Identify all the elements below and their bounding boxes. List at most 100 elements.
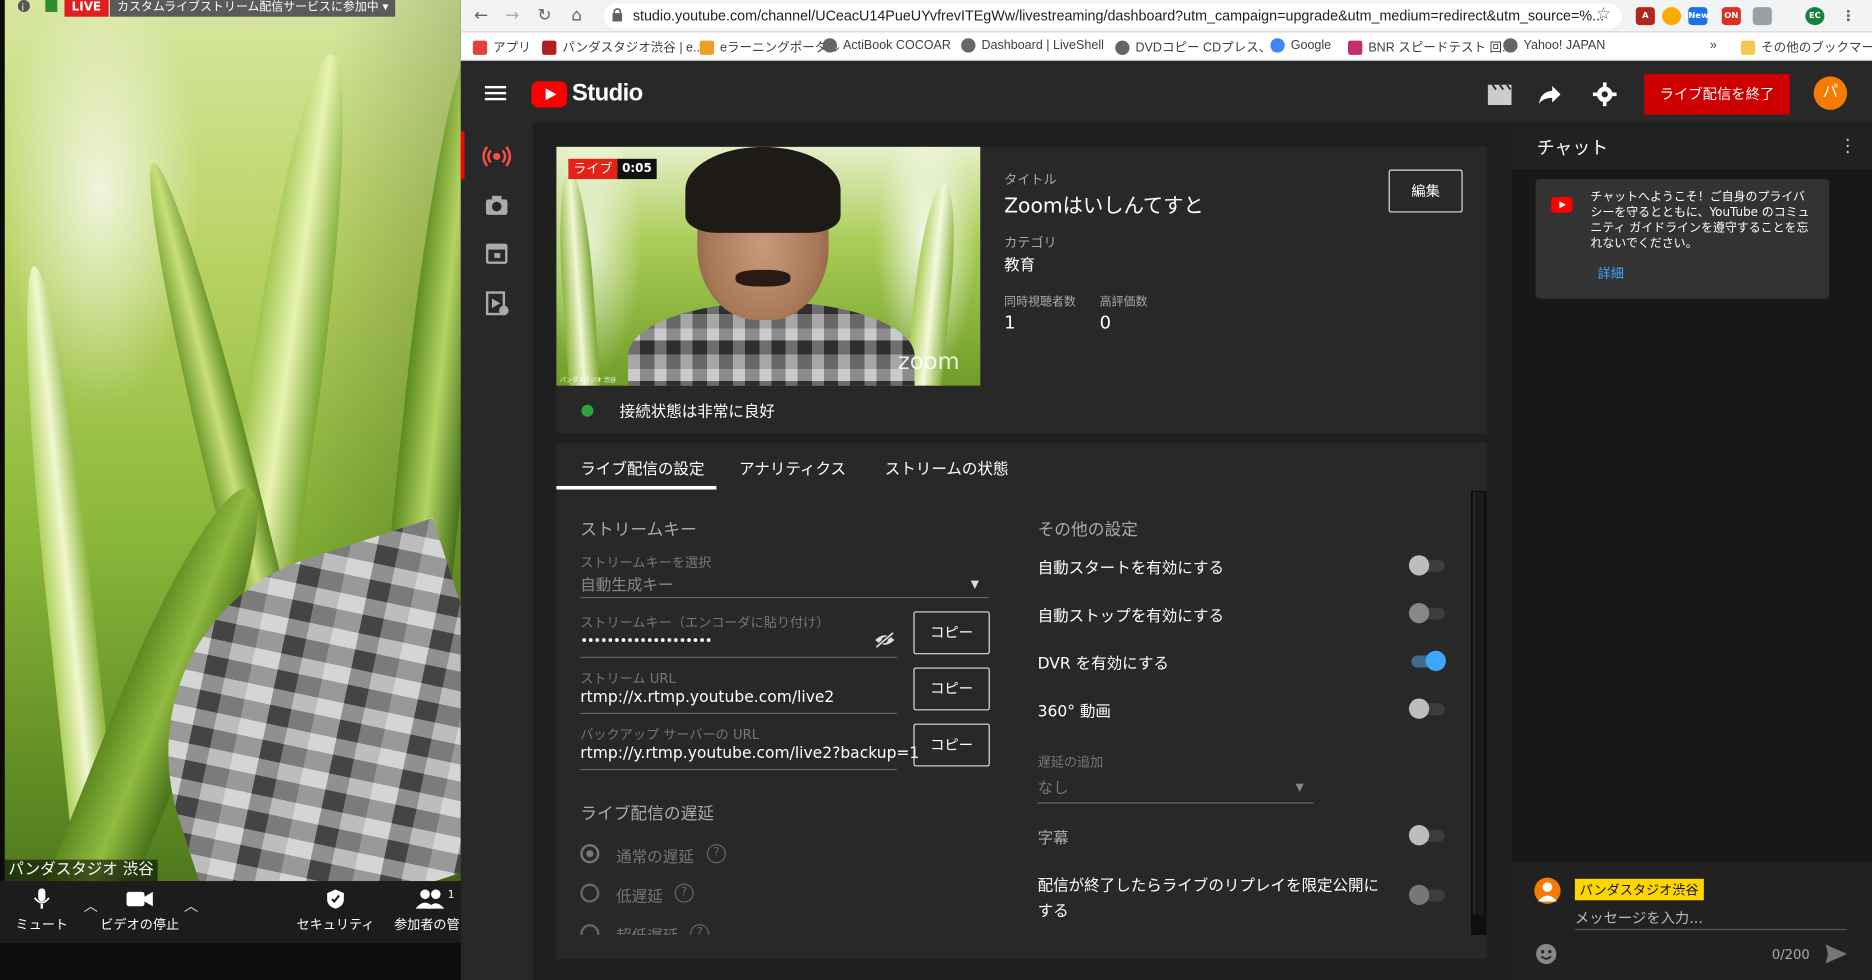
dropdown-arrow-icon[interactable]: ▼ [971, 579, 979, 591]
favicon-icon [542, 39, 557, 55]
zoom-bottom-strip [0, 943, 461, 980]
audio-options-chevron-icon[interactable]: ︿ [84, 896, 98, 916]
color-extension-icon[interactable] [1662, 7, 1682, 26]
edit-button[interactable]: 編集 [1388, 169, 1463, 213]
svg-text:i: i [21, 3, 24, 14]
profile-avatar[interactable]: EC [1805, 7, 1825, 26]
video-options-chevron-icon[interactable]: ︿ [184, 896, 198, 916]
eye-off-icon[interactable] [874, 630, 895, 653]
bookmark-item[interactable]: パンダスタジオ渋谷 | e... [542, 38, 703, 56]
forward-arrow-icon[interactable]: → [501, 5, 522, 26]
participants-label: 参加者の管 [394, 916, 460, 933]
bookmark-item[interactable]: BNR スピードテスト 回... [1348, 38, 1513, 56]
menu-kebab-icon[interactable]: ⋮ [1839, 7, 1858, 25]
replay-toggle[interactable] [1408, 882, 1447, 908]
360-video-toggle[interactable] [1408, 696, 1447, 722]
chat-message-input[interactable]: メッセージを入力... [1575, 907, 1703, 927]
manage-videos-icon[interactable] [480, 287, 513, 320]
bookmark-item[interactable]: ActiBook COCOAR [822, 38, 951, 53]
hamburger-menu-icon[interactable] [484, 84, 507, 107]
globe-icon [961, 38, 976, 53]
bookmark-item[interactable]: Yahoo! JAPAN [1503, 38, 1605, 53]
clapperboard-icon[interactable] [1487, 84, 1512, 110]
auto-stop-toggle[interactable] [1408, 601, 1447, 627]
mute-label: ミュート [15, 916, 69, 933]
chat-more-icon[interactable]: ⋮ [1839, 135, 1857, 156]
bookmark-apps[interactable]: アプリ [472, 38, 531, 56]
on-extension-icon[interactable]: ON [1721, 7, 1741, 26]
bookmark-label: Google [1290, 38, 1332, 53]
camera-icon[interactable] [480, 189, 513, 222]
stream-title: Zoomはいしんてすと [1004, 194, 1204, 219]
cast-extension-icon[interactable] [1752, 7, 1772, 26]
security-button[interactable]: セキュリティ [294, 886, 378, 934]
bookmarks-overflow-button[interactable]: » [1710, 38, 1717, 52]
emoji-icon[interactable] [1535, 943, 1557, 969]
captions-toggle[interactable] [1408, 823, 1447, 849]
chat-details-link[interactable]: 詳細 [1598, 264, 1624, 283]
zoom-watermark: zoom [897, 348, 960, 375]
chat-welcome-line: チャットへようこそ！ご自身のプライバ [1590, 191, 1805, 205]
backup-url-field[interactable]: rtmp://y.rtmp.youtube.com/live2?backup=1 [580, 745, 919, 763]
tab-analytics[interactable]: アナリティクス [739, 456, 846, 479]
viewers-label: 同時視聴者数 [1004, 296, 1076, 310]
reload-icon[interactable]: ↻ [534, 5, 555, 26]
live-badge: ライブ [568, 158, 618, 180]
bookmark-item[interactable]: DVDコピー CDプレス、... [1115, 38, 1282, 56]
pdf-extension-icon[interactable]: A [1635, 7, 1655, 26]
favicon-icon [699, 39, 715, 55]
bookmark-item[interactable]: Dashboard | LiveShell [961, 38, 1104, 53]
back-arrow-icon[interactable]: ← [470, 5, 491, 26]
address-bar[interactable]: studio.youtube.com/channel/UCeacU14PueUY… [604, 3, 1622, 29]
bookmark-label: DVDコピー CDプレス、... [1135, 40, 1282, 55]
other-bookmarks[interactable]: その他のブックマーク [1740, 38, 1872, 56]
radio-normal-latency[interactable] [580, 844, 600, 864]
zoom-window: i LIVE カスタムライブストリーム配信サービスに参加中 ▾ パンダスタジオ … [0, 0, 461, 980]
zoom-meeting-title[interactable]: カスタムライブストリーム配信サービスに参加中 ▾ [109, 0, 396, 17]
gear-icon[interactable] [1592, 82, 1617, 111]
end-stream-button[interactable]: ライブ配信を終了 [1644, 74, 1790, 115]
bookmark-star-icon[interactable]: ☆ [1593, 4, 1614, 25]
help-icon[interactable]: ? [706, 844, 726, 864]
live-broadcast-icon[interactable] [480, 140, 513, 173]
avatar[interactable]: パ [1813, 76, 1848, 110]
select-key-dropdown[interactable]: 自動生成キー [580, 572, 673, 595]
stream-key-field[interactable]: •••••••••••••••••••• [580, 633, 712, 649]
viewers-count: 1 [1004, 311, 1016, 334]
scrollbar-thumb[interactable] [1473, 491, 1485, 915]
connection-status-dot [581, 404, 594, 417]
send-icon[interactable] [1824, 943, 1848, 969]
radio-ultra-low-latency[interactable] [580, 924, 600, 935]
calendar-icon[interactable] [480, 236, 513, 269]
home-icon[interactable]: ⌂ [566, 5, 587, 26]
mute-button[interactable]: ミュート [0, 886, 84, 934]
auto-start-toggle[interactable] [1408, 553, 1447, 579]
help-icon[interactable]: ? [674, 883, 694, 903]
participants-button[interactable]: 1 参加者の管 [389, 886, 461, 934]
copy-backup-url-button[interactable]: コピー [913, 723, 990, 767]
stop-video-button[interactable]: ビデオの停止 [98, 886, 182, 934]
lock-icon[interactable] [611, 7, 625, 24]
dropdown-arrow-icon[interactable]: ▼ [1295, 782, 1303, 794]
stream-url-field[interactable]: rtmp://x.rtmp.youtube.com/live2 [580, 689, 834, 707]
new-extension-icon[interactable]: New [1688, 7, 1709, 26]
replay-label-line1: 配信が終了したらライブのリプレイを限定公開に [1037, 877, 1380, 896]
radio-low-latency[interactable] [580, 883, 600, 903]
stop-video-label: ビデオの停止 [100, 916, 180, 933]
copy-stream-key-button[interactable]: コピー [913, 611, 990, 655]
share-icon[interactable] [1538, 84, 1562, 110]
bookmark-item[interactable]: Google [1270, 38, 1332, 53]
bookmark-label: ActiBook COCOAR [842, 38, 951, 53]
copy-stream-url-button[interactable]: コピー [913, 667, 990, 711]
help-icon[interactable]: ? [690, 924, 710, 935]
dvr-toggle[interactable] [1409, 648, 1447, 674]
bookmarks-bar: アプリ パンダスタジオ渋谷 | e... eラーニングポータル ActiBook… [460, 32, 1872, 61]
bookmark-item[interactable]: eラーニングポータル [699, 38, 840, 56]
delay-label: 遅延の追加 [1037, 754, 1104, 771]
overflow-chevron-icon: » [1709, 38, 1717, 53]
studio-logo[interactable]: Studio [531, 80, 643, 107]
tab-stream-health[interactable]: ストリームの状態 [885, 456, 1009, 479]
delay-dropdown[interactable]: なし [1038, 775, 1069, 798]
zoom-info-icons: i [14, 0, 62, 14]
tab-stream-settings[interactable]: ライブ配信の設定 [580, 456, 704, 479]
